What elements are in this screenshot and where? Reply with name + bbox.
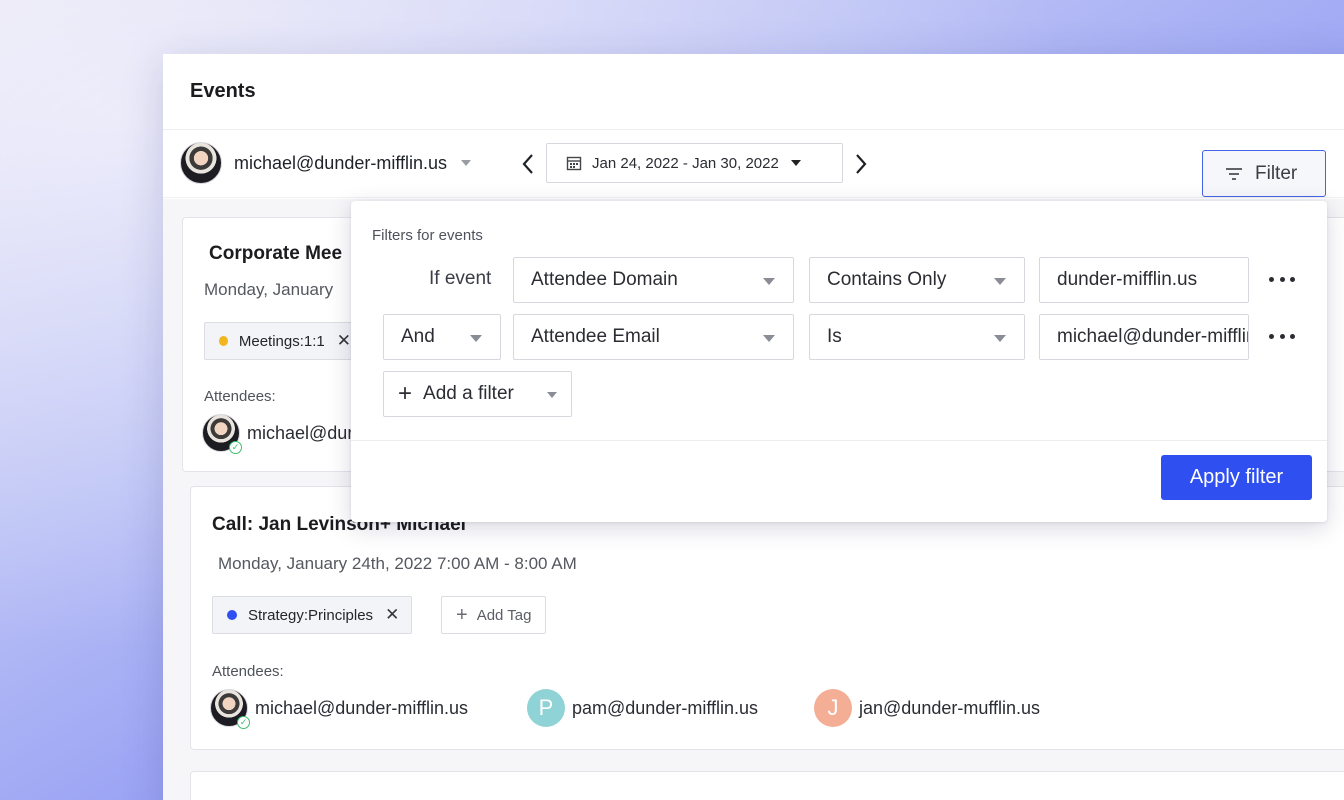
filter-operator-select[interactable]: Is [809, 314, 1025, 360]
add-tag-label: Add Tag [476, 606, 532, 624]
attendee: ✓ michael@dunder-mifflin.us [210, 689, 469, 729]
user-avatar [180, 142, 222, 184]
attendee-avatar: ✓ [202, 414, 242, 454]
attendees-label: Attendees: [204, 388, 276, 405]
filter-button[interactable]: Filter [1202, 150, 1326, 197]
more-horizontal-icon[interactable] [1269, 269, 1295, 289]
calendar-icon [566, 156, 582, 171]
attendee-avatar: ✓ [210, 689, 250, 729]
caret-down-icon [547, 392, 557, 398]
chevron-down-icon [461, 160, 472, 166]
filter-field-select[interactable]: Attendee Email [513, 314, 794, 360]
more-horizontal-icon[interactable] [1269, 326, 1295, 346]
chevron-left-icon [522, 154, 533, 174]
attendee-email: michael@dunder-mifflin.us [255, 697, 469, 718]
filter-operator-value: Is [827, 326, 842, 347]
event-date: Monday, January 24th, 2022 7:00 AM - 8:0… [218, 554, 577, 573]
filter-lines-icon [1226, 167, 1242, 180]
page-header: Events [163, 54, 1344, 130]
filter-row-prefix: If event [429, 268, 492, 289]
attendee: J jan@dunder-mufflin.us [814, 689, 1040, 727]
filter-conjunction-value: And [401, 326, 435, 347]
page-title: Events [190, 80, 256, 102]
attendee-avatar: J [814, 689, 852, 727]
filter-field-value: Attendee Email [531, 326, 660, 347]
divider [351, 440, 1327, 441]
add-filter-button[interactable]: + Add a filter [383, 371, 572, 417]
attendee-email: jan@dunder-mufflin.us [859, 697, 1041, 718]
next-week-button[interactable] [850, 150, 872, 178]
prev-week-button[interactable] [517, 150, 539, 178]
event-card[interactable] [190, 771, 1344, 800]
caret-down-icon [994, 335, 1006, 342]
filter-operator-select[interactable]: Contains Only [809, 257, 1025, 303]
toolbar: michael@dunder-mifflin.us Jan 24, 2022 -… [163, 130, 1344, 198]
event-tag[interactable]: Meetings:1:1 ✕ [204, 322, 364, 360]
attendee-avatar: P [527, 689, 565, 727]
user-email: michael@dunder-mifflin.us [234, 152, 448, 173]
add-filter-label: Add a filter [423, 383, 514, 404]
filter-button-label: Filter [1255, 162, 1298, 184]
check-icon: ✓ [229, 441, 242, 454]
attendee-email: michael@dur [247, 422, 354, 443]
event-card[interactable]: Call: Jan Levinson+ Michael Monday, Janu… [190, 486, 1344, 750]
event-date: Monday, January [204, 280, 334, 299]
event-title: Corporate Mee [209, 243, 343, 264]
attendee: ✓ michael@dur [202, 414, 354, 454]
tag-label: Strategy:Principles [248, 606, 374, 624]
filter-panel: Filters for events If event Attendee Dom… [351, 201, 1327, 522]
caret-down-icon [790, 160, 801, 166]
event-tag[interactable]: Strategy:Principles ✕ [212, 596, 413, 634]
filter-operator-value: Contains Only [827, 269, 947, 290]
close-icon[interactable]: ✕ [337, 331, 351, 351]
filter-conjunction-select[interactable]: And [383, 314, 501, 360]
attendees-label: Attendees: [212, 663, 284, 680]
apply-filter-button[interactable]: Apply filter [1161, 455, 1312, 500]
user-selector[interactable]: michael@dunder-mifflin.us [180, 141, 472, 185]
filter-field-value: Attendee Domain [531, 269, 678, 290]
close-icon[interactable]: ✕ [385, 605, 399, 625]
tag-color-dot [219, 336, 228, 346]
date-range-picker[interactable]: Jan 24, 2022 - Jan 30, 2022 [546, 143, 843, 183]
filter-value-input[interactable] [1039, 257, 1249, 303]
caret-down-icon [763, 335, 775, 342]
attendee: P pam@dunder-mifflin.us [527, 689, 758, 727]
filter-panel-heading: Filters for events [372, 227, 483, 244]
plus-icon: + [398, 380, 413, 407]
filter-field-select[interactable]: Attendee Domain [513, 257, 794, 303]
add-tag-button[interactable]: + Add Tag [441, 596, 547, 634]
attendee-email: pam@dunder-mifflin.us [572, 697, 759, 718]
plus-icon: + [456, 603, 468, 626]
date-range-label: Jan 24, 2022 - Jan 30, 2022 [592, 154, 779, 172]
chevron-right-icon [856, 154, 867, 174]
check-icon: ✓ [237, 716, 250, 729]
caret-down-icon [470, 335, 482, 342]
caret-down-icon [763, 278, 775, 285]
tag-label: Meetings:1:1 [238, 332, 325, 350]
tag-color-dot [227, 610, 237, 620]
filter-value-input[interactable] [1039, 314, 1249, 360]
caret-down-icon [994, 278, 1006, 285]
